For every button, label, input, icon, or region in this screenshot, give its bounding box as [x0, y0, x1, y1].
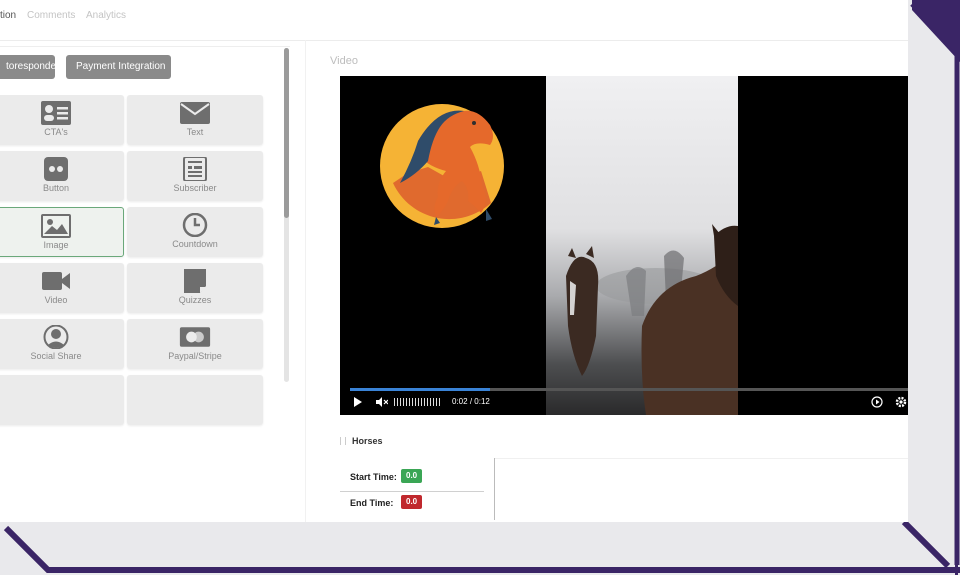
- element-tile-subscriber[interactable]: Subscriber: [127, 151, 263, 201]
- play-icon[interactable]: [354, 397, 362, 407]
- element-tile-quizzes[interactable]: Quizzes: [127, 263, 263, 313]
- video-progress-track[interactable]: [350, 388, 908, 391]
- start-time-label: Start Time:: [350, 472, 397, 482]
- video-camera-icon: [42, 272, 70, 290]
- element-label: Image: [43, 240, 69, 250]
- time-separator: /: [469, 397, 473, 406]
- end-time-badge[interactable]: 0.0: [401, 495, 423, 509]
- duration: 0:12: [474, 397, 490, 406]
- element-label: Subscriber: [173, 183, 217, 193]
- cta-icon: [41, 101, 71, 125]
- video-progress-fill: [350, 388, 490, 391]
- horses-image: [566, 224, 738, 415]
- element-label: Quizzes: [178, 295, 212, 305]
- element-label: CTA's: [44, 127, 68, 137]
- element-tile-image[interactable]: Image: [0, 207, 124, 257]
- quiz-icon: [184, 269, 206, 293]
- video-player[interactable]: 0:02 / 0:12: [340, 76, 908, 415]
- element-tile[interactable]: [127, 375, 263, 425]
- element-label: Text: [186, 127, 204, 137]
- current-time: 0:02: [452, 397, 468, 406]
- video-controls: 0:02 / 0:12: [340, 394, 908, 414]
- tab-interaction[interactable]: tion: [0, 10, 16, 21]
- image-icon: [41, 214, 71, 238]
- drag-handle-icon[interactable]: [340, 437, 346, 445]
- horse-logo-icon[interactable]: [378, 101, 508, 231]
- timeline-title: Horses: [352, 436, 383, 446]
- timeline-track-line: [495, 458, 908, 459]
- timeline-row-divider: [340, 491, 484, 492]
- payment-integration-button[interactable]: Payment Integration: [66, 55, 171, 79]
- timeline-times: Start Time: 0.0 End Time: 0.0: [340, 458, 500, 522]
- start-time-badge[interactable]: 0.0: [401, 469, 423, 483]
- element-tile[interactable]: [0, 375, 124, 425]
- element-tile-social-share[interactable]: Social Share: [0, 319, 124, 369]
- button-icon: [44, 157, 68, 181]
- tab-comments[interactable]: Comments: [27, 10, 75, 21]
- user-circle-icon: [43, 325, 69, 349]
- element-label: Countdown: [172, 239, 218, 249]
- video-heading: Video: [330, 55, 358, 67]
- element-tile-countdown[interactable]: Countdown: [127, 207, 263, 257]
- video-frame: [546, 76, 738, 415]
- video-time-display: 0:02 / 0:12: [452, 397, 490, 406]
- element-label: Button: [42, 183, 70, 193]
- settings-gear-icon[interactable]: [895, 396, 907, 408]
- element-tile-paypal-stripe[interactable]: Paypal/Stripe: [127, 319, 263, 369]
- element-label: Paypal/Stripe: [168, 351, 222, 361]
- timeline-column-divider: [494, 458, 495, 520]
- panel-scrollbar-thumb[interactable]: [284, 48, 289, 218]
- envelope-icon: [180, 102, 210, 124]
- replay-icon[interactable]: [871, 396, 883, 408]
- element-grid: CTA's Text Button Subscriber Image Count…: [0, 95, 280, 435]
- element-tile-video[interactable]: Video: [0, 263, 124, 313]
- element-tile-button[interactable]: Button: [0, 151, 124, 201]
- element-label: Social Share: [30, 351, 82, 361]
- end-time-label: End Time:: [350, 498, 394, 508]
- subscriber-icon: [183, 157, 207, 181]
- top-tab-bar: tion Comments Analytics: [0, 0, 908, 41]
- editor-window: tion Comments Analytics toresponder Paym…: [0, 0, 908, 522]
- preview-area: Video 0:02 / 0:12 Horses Start Time: 0.0…: [305, 40, 908, 522]
- element-label: Video: [44, 295, 68, 305]
- autoresponder-button[interactable]: toresponder: [0, 55, 59, 79]
- volume-slider[interactable]: [394, 398, 442, 406]
- mute-icon[interactable]: [376, 397, 388, 407]
- clock-icon: [182, 213, 208, 237]
- element-tile-cta[interactable]: CTA's: [0, 95, 124, 145]
- card-icon: [179, 327, 211, 347]
- tab-analytics[interactable]: Analytics: [86, 10, 126, 21]
- element-tile-text[interactable]: Text: [127, 95, 263, 145]
